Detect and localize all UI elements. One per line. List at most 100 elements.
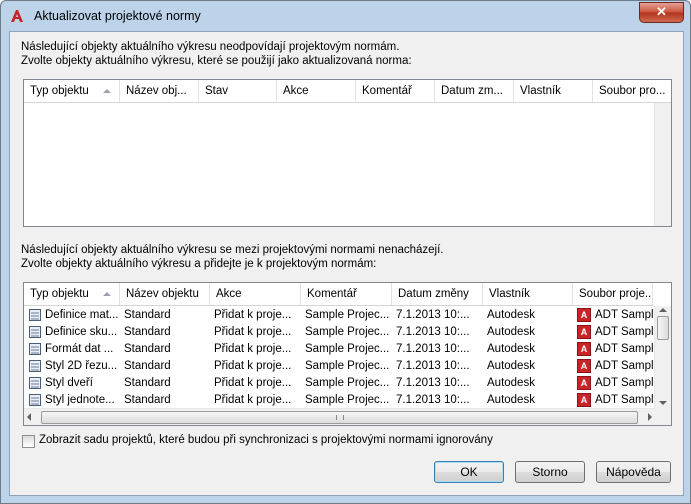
column-header[interactable]: Název obj... <box>120 80 199 102</box>
cell-text: 7.1.2013 10:... <box>396 394 470 406</box>
column-header[interactable]: Stav <box>199 80 277 102</box>
cell-text: Sample Projec... <box>305 377 390 389</box>
cell-text: 7.1.2013 10:... <box>396 326 470 338</box>
column-header[interactable]: Typ objektu <box>24 283 120 305</box>
table-row[interactable]: Styl 2D řezu... Standard Přidat k proje...… <box>24 358 653 375</box>
section-style-icon <box>29 359 41 372</box>
column-header[interactable]: Typ objektu <box>24 80 120 102</box>
table-cell-file: A ADT Sample <box>573 392 653 409</box>
scroll-thumb[interactable] <box>657 316 669 340</box>
table-cell-type: Styl jednote... <box>24 392 120 409</box>
title-bar[interactable]: Aktualizovat projektové normy ✕ <box>1 1 690 31</box>
scroll-left-arrow-icon[interactable] <box>27 413 31 421</box>
column-header[interactable]: Datum změny <box>392 283 483 305</box>
table-cell-date: 7.1.2013 10:... <box>392 341 483 358</box>
table-row[interactable]: Styl jednote... Standard Přidat k proje...… <box>24 392 653 409</box>
horizontal-scrollbar[interactable] <box>24 408 655 425</box>
standards-drawing-icon: A <box>577 324 591 339</box>
column-header[interactable]: Vlastník <box>483 283 573 305</box>
cell-text: Definice sku... <box>45 326 118 338</box>
table-cell-date: 7.1.2013 10:... <box>392 307 483 324</box>
table-row[interactable]: Definice mat... Standard Přidat k proje...… <box>24 307 653 324</box>
column-header[interactable]: Akce <box>277 80 356 102</box>
component-definition-icon <box>29 325 41 338</box>
vertical-scrollbar[interactable] <box>654 103 671 226</box>
table-cell-file: A ADT Sample <box>573 324 653 341</box>
standards-drawing-icon: A <box>577 307 591 322</box>
column-header[interactable]: Název objektu <box>120 283 210 305</box>
table-row[interactable]: Styl dveří Standard Přidat k proje... Sampl… <box>24 375 653 392</box>
table-cell-name: Standard <box>120 307 210 324</box>
missing-objects-table[interactable]: Typ objektu Název objektu Akce Komentář Datu… <box>23 282 672 426</box>
cell-text: 7.1.2013 10:... <box>396 360 470 372</box>
cell-text: Přidat k proje... <box>214 326 292 338</box>
table-cell-name: Standard <box>120 375 210 392</box>
table-cell-date: 7.1.2013 10:... <box>392 324 483 341</box>
column-header[interactable]: Komentář <box>301 283 392 305</box>
cell-text: Sample Projec... <box>305 360 390 372</box>
scroll-right-arrow-icon[interactable] <box>648 413 652 421</box>
ok-button[interactable]: OK <box>434 461 504 483</box>
autocad-logo-icon <box>11 10 23 22</box>
column-header[interactable]: Akce <box>210 283 301 305</box>
sort-ascending-icon <box>103 292 111 296</box>
scroll-down-arrow-icon[interactable] <box>659 401 667 405</box>
table-header: Typ objektu Název objektu Akce Komentář Datu… <box>24 283 653 306</box>
table-cell-name: Standard <box>120 341 210 358</box>
cell-text: Přidat k proje... <box>214 377 292 389</box>
cell-text: Autodesk <box>487 394 535 406</box>
column-header[interactable]: Datum zm... <box>435 80 514 102</box>
table-cell-file: A ADT Sample <box>573 307 653 324</box>
cell-text: ADT Sample <box>595 394 653 406</box>
table-cell-owner: Autodesk <box>483 341 573 358</box>
ignored-set-checkbox[interactable] <box>22 435 35 448</box>
table-cell-type: Styl 2D řezu... <box>24 358 120 375</box>
cell-text: Sample Projec... <box>305 326 390 338</box>
unit-style-icon <box>29 393 41 406</box>
table-row[interactable]: Definice sku... Standard Přidat k proje...… <box>24 324 653 341</box>
table-cell-type: Styl dveří <box>24 375 120 392</box>
table-cell-comment: Sample Projec... <box>301 324 392 341</box>
cell-text: Přidat k proje... <box>214 309 292 321</box>
column-header[interactable]: Soubor proje... <box>573 283 653 305</box>
table-cell-comment: Sample Projec... <box>301 375 392 392</box>
column-header[interactable]: Komentář <box>356 80 435 102</box>
help-button[interactable]: Nápověda <box>596 461 671 483</box>
cell-text: Přidat k proje... <box>214 343 292 355</box>
nonconforming-objects-table[interactable]: Typ objektu Název obj... Stav Akce Komentář D… <box>23 79 672 227</box>
column-header[interactable]: Soubor pro... <box>593 80 671 102</box>
close-button[interactable]: ✕ <box>639 2 684 23</box>
ignored-set-checkbox-label[interactable]: Zobrazit sadu projektů, které budou při … <box>39 434 493 446</box>
table-cell-action: Přidat k proje... <box>210 324 301 341</box>
cell-text: 7.1.2013 10:... <box>396 309 470 321</box>
vertical-scrollbar[interactable] <box>654 306 671 408</box>
table-cell-date: 7.1.2013 10:... <box>392 375 483 392</box>
table-header: Typ objektu Název obj... Stav Akce Komentář D… <box>24 80 671 103</box>
cell-text: Autodesk <box>487 309 535 321</box>
column-header[interactable]: Vlastník <box>514 80 593 102</box>
cell-text: Standard <box>124 377 171 389</box>
table-cell-type: Formát dat ... <box>24 341 120 358</box>
table-cell-type: Definice mat... <box>24 307 120 324</box>
window-title: Aktualizovat projektové normy <box>34 9 201 23</box>
cancel-button[interactable]: Storno <box>515 461 585 483</box>
standards-drawing-icon: A <box>577 375 591 390</box>
cell-text: ADT Sample <box>595 377 653 389</box>
cell-text: 7.1.2013 10:... <box>396 343 470 355</box>
scroll-up-arrow-icon[interactable] <box>659 308 667 312</box>
material-definition-icon <box>29 308 41 321</box>
table-cell-comment: Sample Projec... <box>301 392 392 409</box>
table-cell-owner: Autodesk <box>483 375 573 392</box>
cell-text: Sample Projec... <box>305 309 390 321</box>
table-row[interactable]: Formát dat ... Standard Přidat k proje... S… <box>24 341 653 358</box>
data-format-icon <box>29 342 41 355</box>
table-cell-action: Přidat k proje... <box>210 358 301 375</box>
scroll-thumb[interactable] <box>41 411 638 424</box>
standards-drawing-icon: A <box>577 358 591 373</box>
table-cell-comment: Sample Projec... <box>301 358 392 375</box>
table-cell-action: Přidat k proje... <box>210 307 301 324</box>
cell-text: Standard <box>124 309 171 321</box>
dialog-client-area: Následující objekty aktuálního výkresu n… <box>9 31 684 496</box>
cell-text: Styl jednote... <box>45 394 115 406</box>
table-cell-owner: Autodesk <box>483 324 573 341</box>
